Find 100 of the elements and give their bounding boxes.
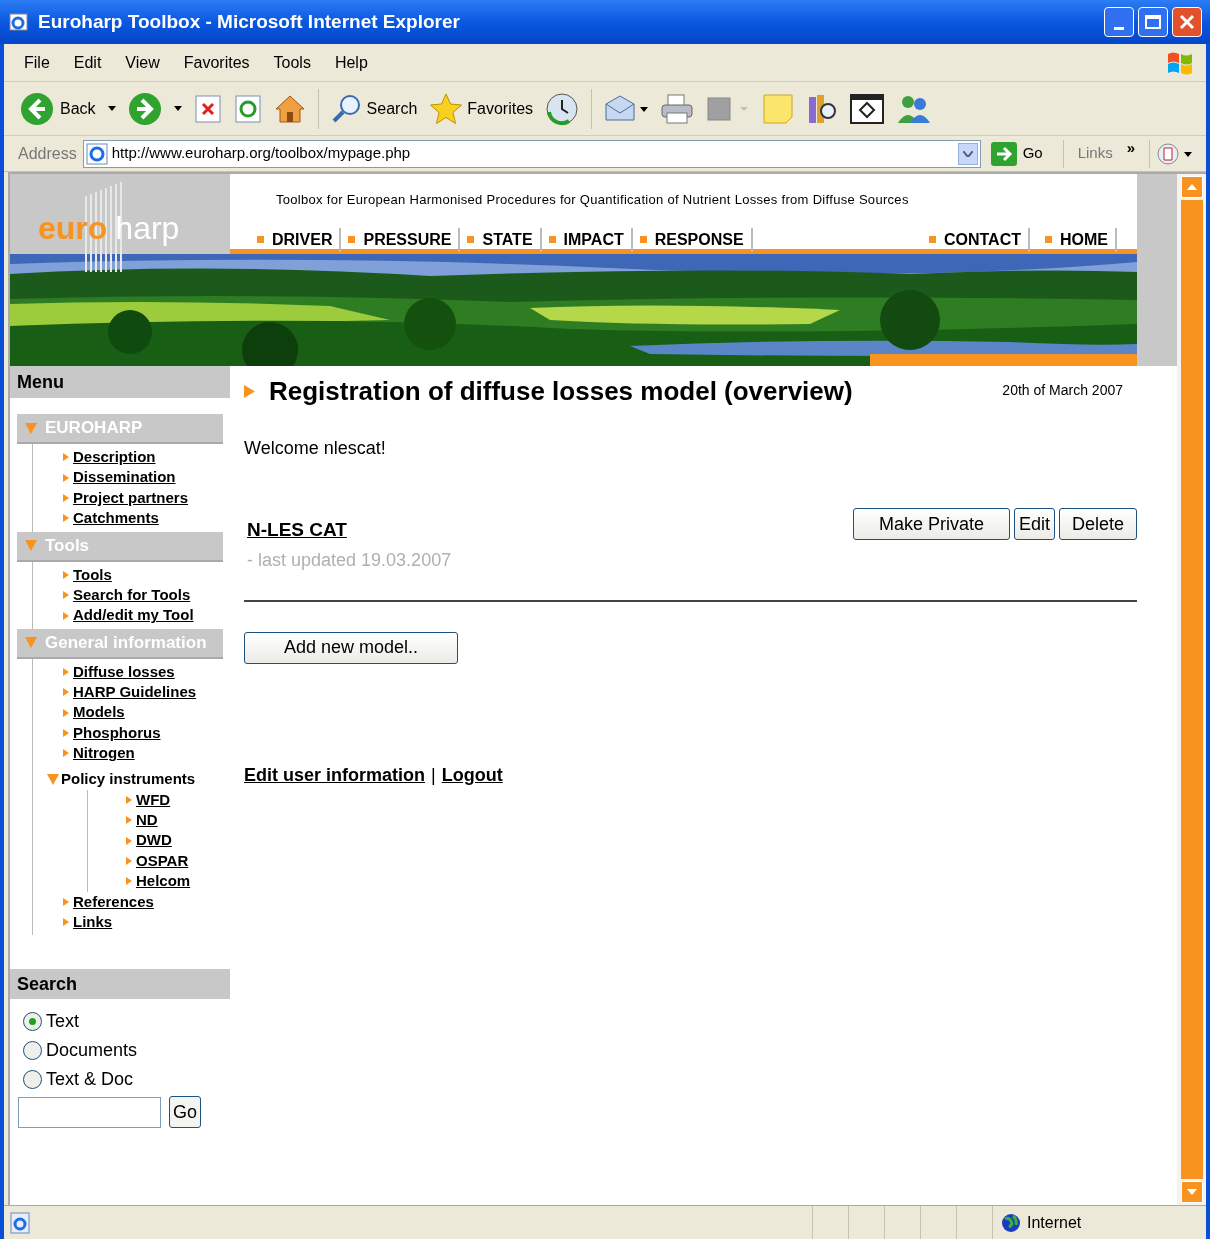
separator-text: | (431, 763, 436, 787)
dropdown-caret-icon[interactable] (173, 106, 182, 111)
menu-item[interactable]: File (24, 50, 50, 75)
menu-link[interactable]: Catchments (73, 507, 159, 530)
address-label: Address (18, 143, 77, 164)
menu-link[interactable]: Description (73, 445, 156, 469)
chevron-label[interactable]: » (1126, 137, 1135, 160)
edit-user-link[interactable]: Edit user information (244, 761, 425, 789)
radio-button[interactable] (23, 1041, 42, 1061)
search-field[interactable] (18, 1096, 161, 1128)
mail-icon[interactable] (604, 93, 649, 124)
menu-link[interactable]: Dissemination (73, 466, 176, 489)
menu-item[interactable]: Edit (73, 50, 102, 75)
menu-link[interactable]: Diffuse losses (73, 660, 175, 684)
maximize-button[interactable] (1138, 7, 1168, 37)
radio-label: Documents (46, 1039, 138, 1063)
action-button[interactable]: Edit (1013, 508, 1055, 540)
minimize-button[interactable] (1104, 7, 1134, 37)
action-button[interactable]: Make Private (852, 508, 1010, 540)
windows-logo-icon (1166, 50, 1194, 76)
menu-item[interactable]: Tools (273, 50, 311, 75)
links-label[interactable]: Links (1077, 142, 1113, 165)
go-button[interactable]: Go (990, 141, 1043, 166)
expanded-arrow-icon (25, 422, 37, 434)
home-icon[interactable] (273, 93, 306, 124)
close-button[interactable] (1172, 7, 1202, 37)
radio-label: Text (46, 1010, 79, 1034)
search-button[interactable]: Search (330, 92, 418, 125)
bullet-arrow-icon (63, 667, 69, 676)
nav-link[interactable]: HOME (1038, 227, 1117, 252)
bullet-arrow-icon (63, 493, 69, 502)
radio-button[interactable] (23, 1070, 42, 1090)
bullet-arrow-icon (63, 453, 69, 462)
stop-icon[interactable] (193, 93, 222, 124)
add-model-button[interactable]: Add new model.. (244, 631, 458, 664)
menu-group-label[interactable]: Policy instruments (61, 768, 196, 791)
window-title: Euroharp Toolbox - Microsoft Internet Explorer (38, 9, 460, 34)
bullet-arrow-icon (126, 836, 132, 845)
heading-arrow-icon (244, 385, 255, 398)
browser-icon (8, 11, 30, 33)
logout-link[interactable]: Logout (441, 761, 503, 789)
history-icon[interactable] (545, 91, 580, 126)
page-heading: Registration of diffuse losses model (overview) (269, 375, 853, 408)
radio-button[interactable] (23, 1012, 42, 1032)
menu-link[interactable]: OSPAR (136, 849, 189, 873)
menu-link[interactable]: Helcom (136, 870, 191, 893)
menu-link[interactable]: WFD (136, 788, 171, 812)
nav-link[interactable]: STATE (460, 227, 542, 252)
bullet-arrow-icon (126, 857, 132, 866)
menu-link[interactable]: Project partners (73, 486, 189, 510)
scroll-down-button[interactable] (1180, 1181, 1203, 1203)
books-icon[interactable] (806, 92, 839, 125)
up-triangle-icon (1186, 184, 1197, 190)
address-field[interactable]: http://www.euroharp.org/toolbox/mypage.php (82, 139, 981, 168)
dropdown-caret-icon[interactable] (107, 106, 116, 111)
bullet-arrow-icon (63, 514, 69, 523)
menu-link[interactable]: ND (136, 809, 158, 832)
menu-link[interactable]: Phosphorus (73, 721, 161, 745)
back-button[interactable]: Back (20, 91, 96, 126)
menu-link[interactable]: HARP Guidelines (73, 681, 197, 704)
bullet-arrow-icon (63, 688, 69, 697)
nav-link[interactable]: RESPONSE (632, 227, 753, 252)
scrollbar[interactable] (1177, 174, 1206, 1205)
menu-link[interactable]: Links (73, 911, 113, 934)
globe-icon (1001, 1212, 1021, 1233)
close-icon (1179, 14, 1195, 30)
menu-link[interactable]: References (73, 890, 154, 914)
bullet-arrow-icon (63, 729, 69, 738)
model-name-link[interactable]: N-LES CAT (247, 516, 452, 545)
last-updated-text: - last updated 19.03.2007 (247, 548, 452, 572)
scroll-up-button[interactable] (1180, 176, 1203, 198)
menu-link[interactable]: Nitrogen (73, 742, 135, 765)
printer-icon[interactable] (660, 92, 695, 125)
menu-link[interactable]: Tools (73, 563, 112, 586)
menu-link[interactable]: DWD (136, 829, 172, 852)
expanded-arrow-icon (25, 540, 37, 552)
nav-link[interactable]: DRIVER (250, 227, 342, 252)
bullet-arrow-icon (63, 897, 69, 906)
window-icon[interactable] (850, 93, 885, 124)
menu-link[interactable]: Models (73, 701, 125, 724)
bullet-arrow-icon (63, 708, 69, 717)
menu-link[interactable]: Search for Tools (73, 583, 191, 607)
nav-link[interactable]: CONTACT (921, 227, 1030, 252)
tagline: Toolbox for European Harmonised Procedures for Quantification of Nutrient Losses from Diffuse Sources (276, 191, 910, 209)
dropdown-button[interactable] (957, 142, 978, 165)
menu-item[interactable]: Help (334, 50, 368, 75)
zone-label: Internet (1027, 1212, 1082, 1233)
bullet-arrow-icon (126, 877, 132, 886)
bullet-arrow-icon (63, 749, 69, 758)
nav-link[interactable]: PRESSURE (341, 227, 461, 252)
favorites-button[interactable]: Favorites (429, 91, 534, 126)
expanded-arrow-icon (25, 637, 37, 649)
go-button[interactable]: Go (169, 1096, 201, 1129)
action-button[interactable]: Delete (1058, 508, 1137, 540)
date-label: 20th of March 2007 (1002, 381, 1123, 400)
nav-link[interactable]: IMPACT (541, 227, 633, 252)
menu-item[interactable]: Favorites (183, 50, 250, 75)
search-icon (330, 92, 363, 125)
menu-link[interactable]: Add/edit my Tool (73, 604, 194, 627)
menu-item[interactable]: View (125, 50, 160, 75)
